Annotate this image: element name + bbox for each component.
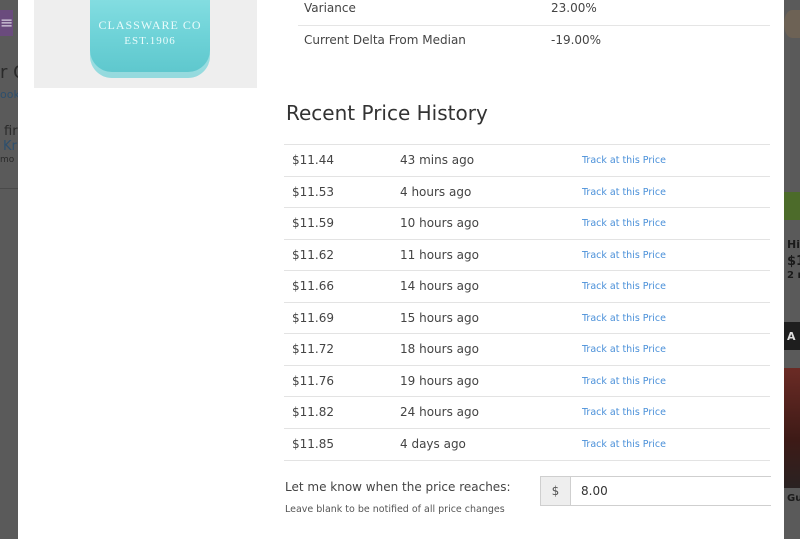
hamburger-icon[interactable]: ≡ (0, 10, 13, 36)
table-row: $11.69 15 hours ago Track at this Price (284, 302, 770, 334)
price-alert-hint: Leave blank to be notified of all price … (285, 504, 505, 515)
track-price-link[interactable]: Track at this Price (582, 407, 666, 418)
bg-right-text-1: Hig (787, 238, 800, 251)
bg-right-text-5: Gu (787, 493, 800, 504)
price-cell: $11.62 (292, 248, 334, 262)
stat-value: -19.00% (551, 33, 602, 47)
time-cell: 15 hours ago (400, 311, 479, 325)
price-cell: $11.85 (292, 437, 334, 451)
time-cell: 18 hours ago (400, 342, 479, 356)
track-price-link[interactable]: Track at this Price (582, 281, 666, 292)
bg-right-text-4: A (787, 330, 796, 343)
stat-label: Current Delta From Median (304, 33, 466, 47)
price-cell: $11.72 (292, 342, 334, 356)
bg-left-link: ook (0, 88, 18, 101)
stat-label: Variance (304, 1, 356, 15)
table-row: $11.53 4 hours ago Track at this Price (284, 176, 770, 208)
bg-right-text-2: $1 (787, 254, 800, 269)
section-title: Recent Price History (286, 101, 488, 125)
table-row: $11.62 11 hours ago Track at this Price (284, 239, 770, 271)
bg-thumbnail-image (784, 368, 800, 488)
avatar (784, 10, 800, 38)
currency-addon: $ (541, 477, 571, 505)
stat-row-delta: Current Delta From Median -19.00% (286, 33, 770, 58)
time-cell: 4 hours ago (400, 185, 472, 199)
bg-green-button (784, 192, 800, 220)
glass-jar-illustration: CLASSWARE CO EST.1906 (90, 0, 210, 78)
table-row: $11.59 10 hours ago Track at this Price (284, 207, 770, 239)
time-cell: 24 hours ago (400, 405, 479, 419)
price-alert-label: Let me know when the price reaches: (285, 480, 511, 494)
price-cell: $11.76 (292, 374, 334, 388)
bg-divider (0, 188, 18, 189)
price-alert-field: $ (540, 476, 771, 506)
table-row: $11.66 14 hours ago Track at this Price (284, 270, 770, 302)
track-price-link[interactable]: Track at this Price (582, 218, 666, 229)
price-cell: $11.59 (292, 216, 334, 230)
table-bottom-border (284, 460, 770, 461)
product-brand-text: CLASSWARE CO (98, 18, 202, 32)
price-alert-input[interactable] (571, 477, 771, 505)
time-cell: 19 hours ago (400, 374, 479, 388)
table-row: $11.76 19 hours ago Track at this Price (284, 365, 770, 397)
track-price-link[interactable]: Track at this Price (582, 250, 666, 261)
price-cell: $11.44 (292, 153, 334, 167)
stat-value: 23.00% (551, 1, 597, 15)
product-est-text: EST.1906 (124, 35, 176, 47)
stat-divider (298, 25, 770, 26)
track-price-link[interactable]: Track at this Price (582, 313, 666, 324)
table-row: $11.82 24 hours ago Track at this Price (284, 396, 770, 428)
track-price-link[interactable]: Track at this Price (582, 439, 666, 450)
bg-right-column: Hig $1 2 r A Gu (784, 0, 800, 539)
price-history-modal: CLASSWARE CO EST.1906 Variance 23.00% Cu… (18, 0, 784, 539)
time-cell: 11 hours ago (400, 248, 479, 262)
bg-right-text-3: 2 r (787, 270, 800, 281)
time-cell: 10 hours ago (400, 216, 479, 230)
bg-left-small: mo (0, 155, 15, 165)
bg-left-title: r C (0, 62, 18, 83)
stat-row-variance: Variance 23.00% (286, 1, 770, 26)
price-cell: $11.69 (292, 311, 334, 325)
price-cell: $11.82 (292, 405, 334, 419)
track-price-link[interactable]: Track at this Price (582, 376, 666, 387)
table-row: $11.72 18 hours ago Track at this Price (284, 333, 770, 365)
table-row: $11.85 4 days ago Track at this Price (284, 428, 770, 460)
time-cell: 14 hours ago (400, 279, 479, 293)
time-cell: 4 days ago (400, 437, 466, 451)
track-price-link[interactable]: Track at this Price (582, 155, 666, 166)
price-cell: $11.66 (292, 279, 334, 293)
price-cell: $11.53 (292, 185, 334, 199)
track-price-link[interactable]: Track at this Price (582, 187, 666, 198)
time-cell: 43 mins ago (400, 153, 475, 167)
track-price-link[interactable]: Track at this Price (582, 344, 666, 355)
product-image: CLASSWARE CO EST.1906 (34, 0, 257, 88)
table-row: $11.44 43 mins ago Track at this Price (284, 144, 770, 176)
